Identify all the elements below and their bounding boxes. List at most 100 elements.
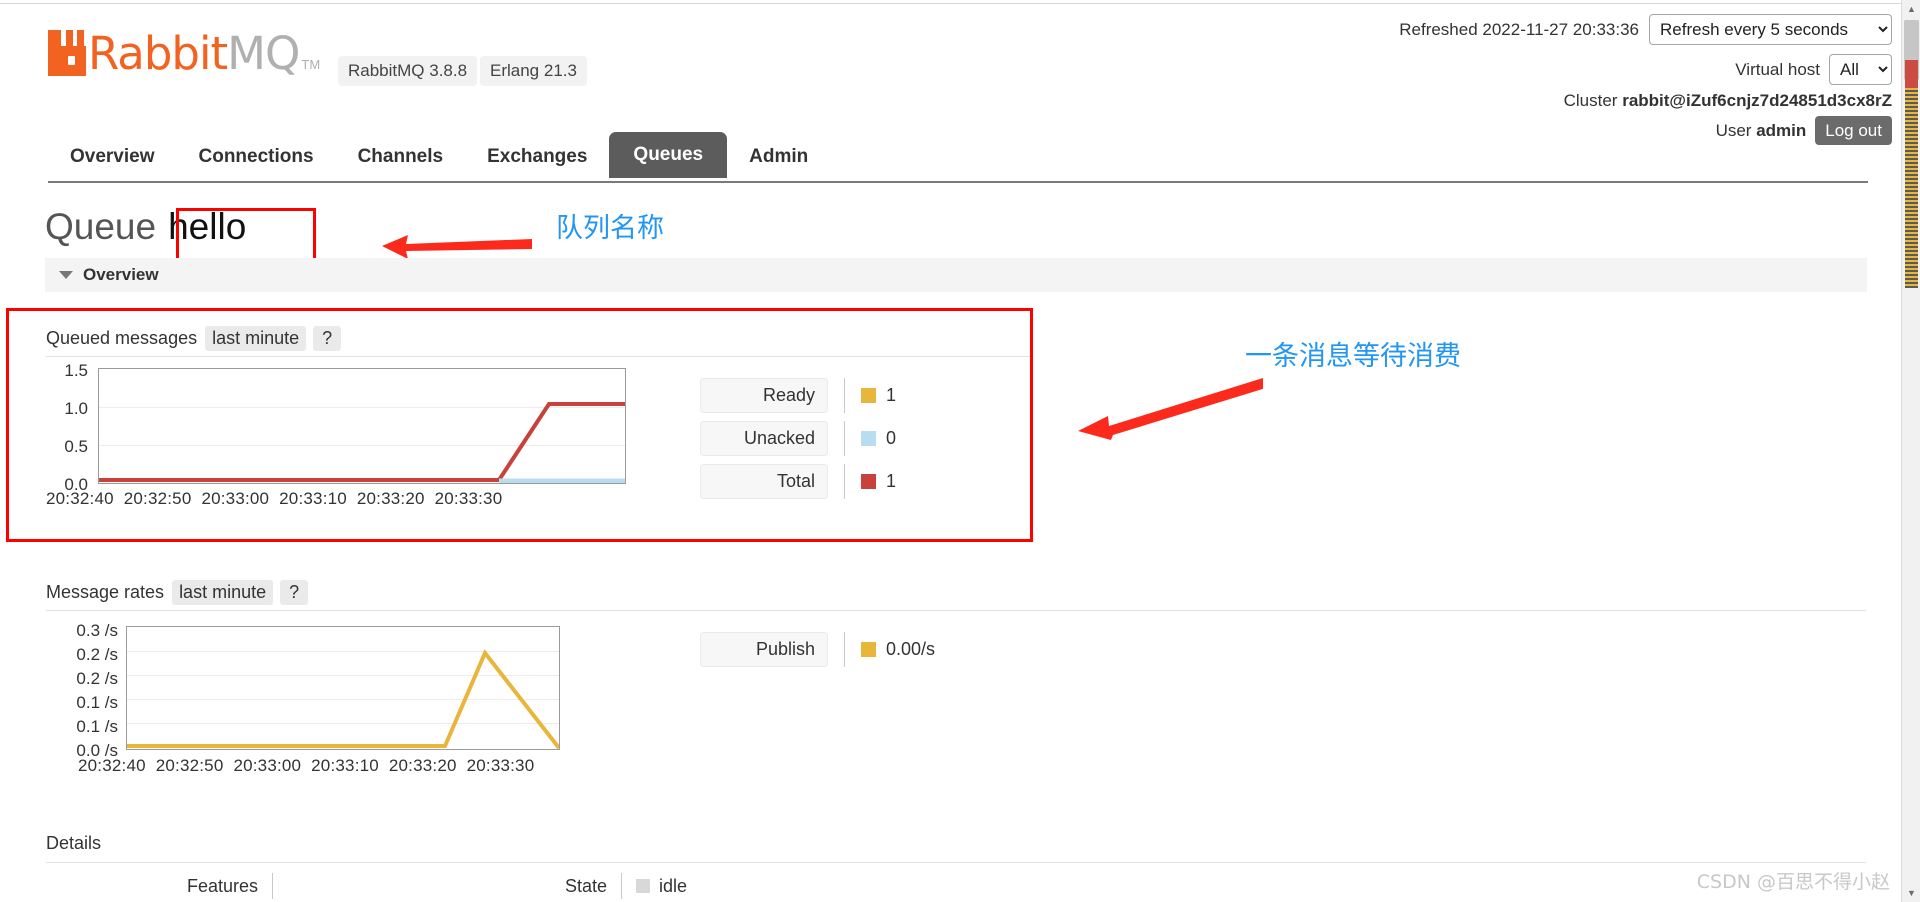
user-name: admin [1756,120,1807,140]
x-tick: 20:33:20 [356,489,425,508]
total-button[interactable]: Total [700,464,828,499]
x-tick: 20:33:30 [466,756,535,775]
ready-value: 1 [886,385,897,405]
x-tick: 20:32:40 [46,489,114,508]
total-color-swatch [861,474,876,489]
cluster-name: rabbit@iZuf6cnjz7d24851d3cx8rZ [1622,91,1892,110]
x-tick: 20:33:00 [233,756,302,775]
queued-messages-chart: 1.5 1.0 0.5 0.0 20:32:40 20:32:50 20:33:… [46,362,666,520]
legend-row-total: Total 1 [700,464,896,499]
refresh-interval-select[interactable]: Refresh every 5 seconds [1649,14,1892,45]
x-tick: 20:33:20 [388,756,457,775]
logout-button[interactable]: Log out [1815,116,1892,145]
details-separator [621,873,622,899]
details-row: Features State idle [46,873,1146,899]
annotation-arrow-message-waiting [1078,378,1263,440]
virtual-host-select[interactable]: All [1829,54,1892,85]
overview-section-header[interactable]: Overview [45,258,1867,292]
tab-channels[interactable]: Channels [336,136,466,178]
unacked-value: 0 [886,428,897,448]
state-label: State [564,875,607,896]
cluster-label: Cluster [1563,91,1618,110]
message-rates-range-pill[interactable]: last minute [172,580,274,605]
queued-messages-title: Queued messages last minute ? [46,326,342,351]
legend-row-ready: Ready 1 [700,378,896,413]
message-rates-series [127,649,559,749]
x-tick: 20:33:10 [311,756,379,775]
rabbitmq-management-page: Rabbit MQ TM RabbitMQ 3.8.8 Erlang 21.3 … [0,0,1920,902]
queued-messages-plot [98,368,626,484]
tab-exchanges[interactable]: Exchanges [465,136,609,178]
scrollbar-minimap-red [1905,60,1918,88]
message-rates-x-axis: 20:32:40 20:32:50 20:33:00 20:33:10 20:3… [78,756,534,776]
queued-messages-y-axis: 1.5 1.0 0.5 0.0 [46,362,88,493]
csdn-watermark: CSDN @百思不得小赵 [1696,871,1890,893]
publish-button[interactable]: Publish [700,632,828,667]
state-value: idle [659,875,688,896]
legend-row-publish: Publish 0.00/s [700,632,935,667]
rabbitmq-logo: Rabbit MQ TM [48,30,320,76]
legend-separator [844,378,845,413]
y-tick: 1.0 [64,399,88,418]
x-tick: 20:32:40 [78,756,146,775]
legend-separator [844,632,845,667]
legend-separator [844,464,845,499]
header-right: Refreshed 2022-11-27 20:33:36 Refresh ev… [1399,14,1892,145]
y-tick: 1.5 [64,361,88,380]
collapse-triangle-icon[interactable] [59,271,73,279]
queued-messages-label: Queued messages [46,328,198,348]
main-navigation: Overview Connections Channels Exchanges … [48,132,830,178]
y-tick: 0.2 /s [76,669,118,688]
annotation-queue-name: 队列名称 [556,213,664,244]
queue-name: hello [168,206,247,247]
queued-messages-series [99,402,625,483]
queued-messages-help-icon[interactable]: ? [313,326,342,351]
page-title-prefix: Queue [45,206,157,247]
message-rates-label: Message rates [46,582,165,602]
queued-messages-divider [46,356,1031,357]
x-tick: 20:32:50 [123,489,192,508]
x-tick: 20:33:10 [279,489,347,508]
refreshed-timestamp: Refreshed 2022-11-27 20:33:36 [1399,19,1639,39]
queued-messages-legend: Ready 1 Unacked 0 Total 1 [700,378,896,507]
message-rates-help-icon[interactable]: ? [280,580,309,605]
overview-section-label: Overview [83,265,159,284]
y-tick: 0.2 /s [76,645,118,664]
x-tick: 20:32:50 [155,756,224,775]
tab-connections[interactable]: Connections [177,136,336,178]
scroll-down-arrow-icon[interactable]: ▼ [1902,884,1920,902]
ready-color-swatch [861,388,876,403]
publish-value: 0.00/s [886,639,936,659]
queued-messages-range-pill[interactable]: last minute [205,326,307,351]
message-rates-divider [46,610,1866,611]
message-rates-chart: 0.3 /s 0.2 /s 0.2 /s 0.1 /s 0.1 /s 0.0 /… [46,622,686,784]
total-value: 1 [886,471,897,491]
details-separator [272,873,273,899]
features-label: Features [186,875,258,896]
legend-row-unacked: Unacked 0 [700,421,896,456]
logo-text-rabbit: Rabbit [88,27,228,81]
publish-color-swatch [861,642,876,657]
y-tick: 0.1 /s [76,717,118,736]
tab-queues[interactable]: Queues [609,132,728,178]
user-label: User [1715,120,1752,140]
logo-text-mq: MQ [227,27,300,81]
unacked-button[interactable]: Unacked [700,421,828,456]
x-tick: 20:33:00 [201,489,270,508]
queued-messages-x-axis: 20:32:40 20:32:50 20:33:00 20:33:10 20:3… [46,489,502,509]
x-tick: 20:33:30 [434,489,503,508]
ready-button[interactable]: Ready [700,378,828,413]
message-rates-y-axis: 0.3 /s 0.2 /s 0.2 /s 0.1 /s 0.1 /s 0.0 /… [46,622,118,759]
tab-admin[interactable]: Admin [727,136,830,178]
vertical-scrollbar[interactable]: ▲ ▼ [1901,0,1920,902]
message-rates-legend: Publish 0.00/s [700,632,935,675]
unacked-color-swatch [861,431,876,446]
details-divider [46,862,1866,863]
logo-trademark: TM [301,57,321,72]
page-title: Queue hello [45,205,252,249]
scroll-up-arrow-icon[interactable]: ▲ [1902,0,1920,18]
rabbit-logo-icon [48,30,86,76]
y-tick: 0.5 [64,437,88,456]
details-label: Details [46,833,102,853]
tab-overview[interactable]: Overview [48,136,177,178]
